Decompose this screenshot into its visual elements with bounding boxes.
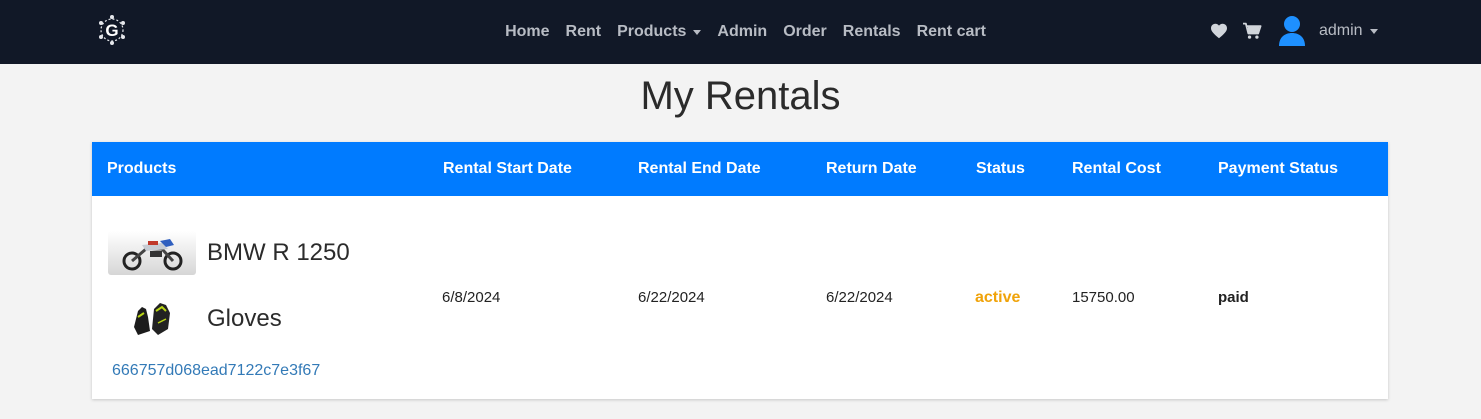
- navbar: G Home Rent Products Admin Order Rentals…: [0, 0, 1481, 64]
- caret-down-icon: [1369, 28, 1378, 34]
- nav-products-dropdown[interactable]: Products: [617, 23, 702, 41]
- rentals-table: Products Rental Start Date Rental End Da…: [92, 142, 1388, 399]
- product-item: BMW R 1250: [108, 231, 350, 275]
- nav-rentals-link[interactable]: Rentals: [843, 23, 901, 41]
- header-status: Status: [976, 160, 1025, 177]
- rental-cost: 15750.00: [1072, 289, 1135, 306]
- order-id-link[interactable]: 666757d068ead7122c7e3f67: [112, 362, 320, 380]
- rental-end-date: 6/22/2024: [638, 289, 705, 306]
- user-menu-dropdown[interactable]: admin: [1319, 22, 1378, 40]
- nav-rent-cart-link[interactable]: Rent cart: [917, 23, 986, 41]
- motorcycle-image: [108, 231, 196, 275]
- header-payment-status: Payment Status: [1218, 160, 1339, 177]
- product-name: BMW R 1250: [207, 239, 350, 266]
- header-rental-start-date: Rental Start Date: [443, 160, 572, 177]
- svg-text:G: G: [105, 21, 118, 40]
- nav-products-label: Products: [617, 23, 687, 40]
- cart-icon[interactable]: [1242, 22, 1262, 40]
- nav-order-link[interactable]: Order: [783, 23, 827, 41]
- nav-home-link[interactable]: Home: [505, 23, 549, 41]
- caret-down-icon: [693, 29, 702, 35]
- user-avatar-icon[interactable]: [1279, 15, 1305, 47]
- payment-status: paid: [1218, 289, 1249, 306]
- header-rental-cost: Rental Cost: [1072, 160, 1161, 177]
- status-badge: active: [975, 289, 1021, 306]
- header-products: Products: [107, 160, 177, 177]
- heart-icon[interactable]: [1210, 23, 1228, 39]
- nav-rent-link[interactable]: Rent: [566, 23, 602, 41]
- logo-icon[interactable]: G: [96, 14, 128, 46]
- header-rental-end-date: Rental End Date: [638, 160, 761, 177]
- gloves-image: [108, 297, 196, 341]
- product-item: Gloves: [108, 297, 282, 341]
- page-title: My Rentals: [640, 74, 841, 118]
- rental-start-date: 6/8/2024: [442, 289, 501, 306]
- table-header: Products Rental Start Date Rental End Da…: [92, 142, 1388, 196]
- header-return-date: Return Date: [826, 160, 917, 177]
- nav-right: admin: [1210, 14, 1378, 48]
- product-name: Gloves: [207, 305, 282, 332]
- return-date: 6/22/2024: [826, 289, 893, 306]
- nav-admin-link[interactable]: Admin: [717, 23, 767, 41]
- user-name-label: admin: [1319, 22, 1363, 39]
